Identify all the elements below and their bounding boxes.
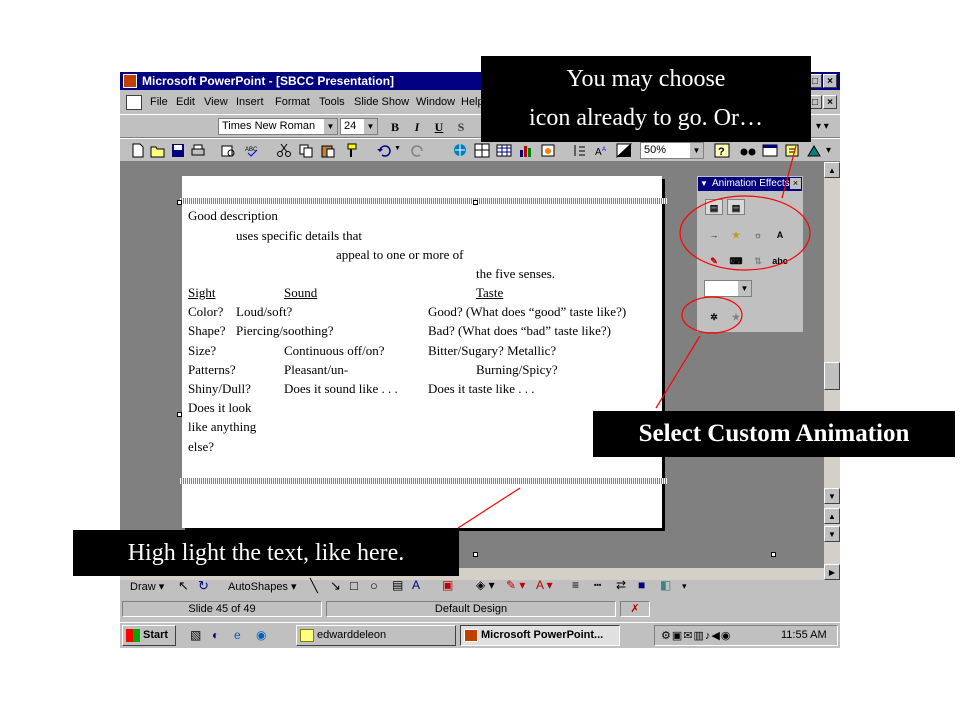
annotation-ellipse-effects <box>679 195 811 271</box>
callout-top-line-1: You may choose <box>566 66 726 92</box>
annotation-arrow-right <box>655 335 701 409</box>
callout-bottom: High light the text, like here. <box>73 530 459 576</box>
callout-right: Select Custom Animation <box>593 411 955 457</box>
annotation-overlay <box>457 145 811 529</box>
annotation-arrow-bottom <box>457 487 521 529</box>
annotation-ellipse-custom-animation <box>681 296 743 334</box>
callout-top: You may choose icon already to go. Or… <box>481 56 811 142</box>
annotation-arrow-top <box>781 145 797 199</box>
callout-top-line-2: icon already to go. Or… <box>529 105 763 131</box>
